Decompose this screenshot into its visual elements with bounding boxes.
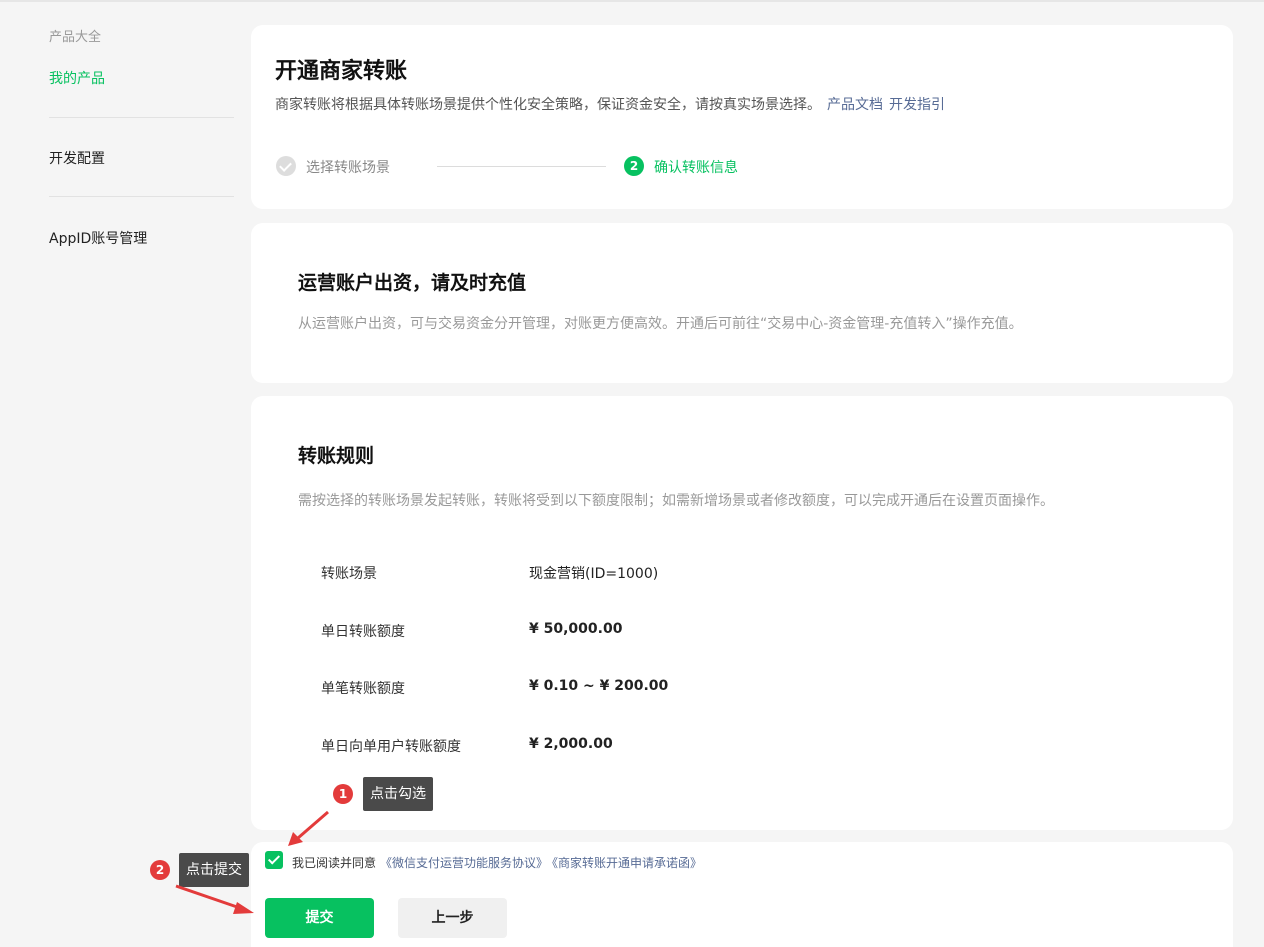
commitment-letter-link[interactable]: 《商家转账开通申请承诺函》 xyxy=(552,856,702,870)
submit-button[interactable]: 提交 xyxy=(265,898,374,938)
agreement-label: 我已阅读并同意 xyxy=(292,856,377,870)
page-description-text: 商家转账将根据具体转账场景提供个性化安全策略，保证资金安全，请按真实场景选择。 xyxy=(275,97,821,113)
agreement-checkbox[interactable] xyxy=(265,851,283,869)
annotation-tip-1: 点击勾选 xyxy=(363,777,433,811)
rule-value-per-user-limit: ¥ 2,000.00 xyxy=(529,736,613,752)
funding-title: 运营账户出资，请及时充值 xyxy=(298,272,527,294)
rule-value-daily-limit: ¥ 50,000.00 xyxy=(529,621,623,637)
service-agreement-link[interactable]: 《微信支付运营功能服务协议》 xyxy=(380,856,548,870)
rules-title: 转账规则 xyxy=(298,445,375,467)
annotation-badge-1: 1 xyxy=(333,784,353,804)
rules-description: 需按选择的转账场景发起转账，转账将受到以下额度限制；如需新增场景或者修改额度，可… xyxy=(298,493,1054,509)
rule-label-scene: 转账场景 xyxy=(321,566,377,582)
rule-label-single-limit: 单笔转账额度 xyxy=(321,681,405,697)
step-connector xyxy=(437,166,606,167)
rule-value-single-limit: ¥ 0.10 ~ ¥ 200.00 xyxy=(529,678,669,694)
step-1-label: 选择转账场景 xyxy=(306,160,390,176)
sidebar-item-appid-management[interactable]: AppID账号管理 xyxy=(49,228,147,248)
sidebar-divider xyxy=(49,196,234,197)
sidebar-item-my-products[interactable]: 我的产品 xyxy=(49,68,105,88)
stepper: 选择转账场景 2 确认转账信息 xyxy=(276,155,836,177)
step-2-number: 2 xyxy=(624,156,644,176)
sidebar-divider xyxy=(49,117,234,118)
agreement-text: 我已阅读并同意 《微信支付运营功能服务协议》 《商家转账开通申请承诺函》 xyxy=(292,854,702,871)
rule-value-scene: 现金营销(ID=1000) xyxy=(529,566,659,582)
rule-label-per-user-limit: 单日向单用户转账额度 xyxy=(321,739,461,755)
funding-description: 从运营账户出资，可与交易资金分开管理，对账更方便高效。开通后可前往“交易中心-资… xyxy=(298,316,1023,332)
rule-label-daily-limit: 单日转账额度 xyxy=(321,624,405,640)
step-2-label: 确认转账信息 xyxy=(654,160,738,176)
page-description: 商家转账将根据具体转账场景提供个性化安全策略，保证资金安全，请按真实场景选择。产… xyxy=(275,94,945,114)
dev-guide-link[interactable]: 开发指引 xyxy=(889,97,945,113)
page-title: 开通商家转账 xyxy=(275,59,408,84)
product-docs-link[interactable]: 产品文档 xyxy=(827,97,883,113)
annotation-tip-2: 点击提交 xyxy=(179,853,249,887)
rules-card: 转账规则 需按选择的转账场景发起转账，转账将受到以下额度限制；如需新增场景或者修… xyxy=(251,396,1233,830)
step-done-check-icon xyxy=(276,156,296,176)
annotation-badge-2: 2 xyxy=(150,860,170,880)
sidebar: 产品大全 我的产品 开发配置 AppID账号管理 xyxy=(0,2,248,947)
header-card: 开通商家转账 商家转账将根据具体转账场景提供个性化安全策略，保证资金安全，请按真… xyxy=(251,25,1233,209)
sidebar-category: 产品大全 xyxy=(49,30,102,45)
sidebar-item-dev-config[interactable]: 开发配置 xyxy=(49,148,105,168)
funding-card: 运营账户出资，请及时充值 从运营账户出资，可与交易资金分开管理，对账更方便高效。… xyxy=(251,223,1233,383)
prev-step-button[interactable]: 上一步 xyxy=(398,898,507,938)
footer-card: 我已阅读并同意 《微信支付运营功能服务协议》 《商家转账开通申请承诺函》 提交 上一… xyxy=(251,842,1233,947)
